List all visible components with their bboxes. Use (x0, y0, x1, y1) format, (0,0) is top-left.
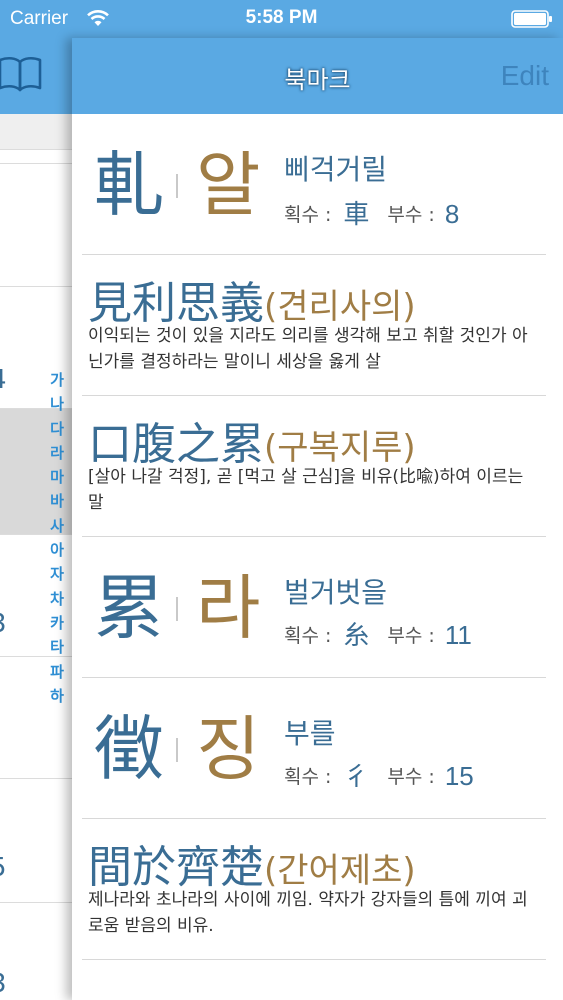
divider (176, 738, 178, 762)
index-item[interactable]: 카 (46, 611, 68, 635)
navigation-bar: 북마크 Edit (72, 38, 563, 114)
idiom-hanja: 口腹之累 (88, 419, 264, 470)
char-hangul: 징 (196, 708, 261, 790)
list-item[interactable]: 3 (0, 903, 72, 1000)
index-item[interactable]: 아 (46, 538, 68, 562)
index-item[interactable]: 가 (46, 368, 68, 392)
edit-button[interactable]: Edit (501, 60, 549, 92)
bookmark-char-row[interactable]: 軋 알 삐걱거릴 획수 : 車 부수 : 8 (72, 114, 563, 255)
char-meaning: 벌거벗을 (284, 576, 388, 609)
index-item[interactable]: 하 (46, 684, 68, 708)
idiom-title: 間於齊楚(간어제초) (88, 831, 416, 895)
idiom-reading: (구복지루) (264, 428, 416, 468)
divider (176, 174, 178, 198)
radical-value: 糸 (343, 621, 370, 651)
list-item[interactable]: 5 (0, 779, 72, 903)
index-item[interactable]: 라 (46, 441, 68, 465)
char-meaning: 부를 (284, 717, 336, 750)
idiom-reading: (견리사의) (264, 287, 416, 327)
idiom-hanja: 間於齊楚 (88, 842, 264, 893)
status-bar: Carrier 5:58 PM (0, 0, 563, 38)
char-hangul: 라 (196, 567, 261, 649)
idiom-description: 이익되는 것이 있을 지라도 의리를 생각해 보고 취할 것인가 아닌가를 결정… (88, 326, 528, 372)
strokes-value: 11 (444, 620, 472, 650)
list-item-char: 3 (0, 969, 7, 999)
page-title: 북마크 (284, 66, 351, 94)
underlying-list-panel: 4 3 5 3 가 나 다 라 마 바 사 아 자 차 카 타 파 하 (0, 38, 72, 1000)
radical-value: 彳 (343, 762, 370, 792)
idiom-description: 제나라와 초나라의 사이에 끼임. 약자가 강자들의 틈에 끼여 괴로움 받음의… (88, 890, 528, 936)
bookmark-panel: 북마크 Edit 軋 알 삐걱거릴 획수 : 車 부수 : 8 見利思義(견리사의) … (72, 38, 563, 1000)
list-item[interactable] (0, 164, 72, 287)
bookmark-idiom-row[interactable]: 口腹之累(구복지루) [살아 나갈 걱정], 곧 [먹고 살 근심]을 비유(比… (72, 396, 563, 537)
index-item[interactable]: 파 (46, 660, 68, 684)
strokes-label: 획수 : (284, 625, 332, 647)
radical-label: 부수 : (387, 204, 435, 226)
divider (176, 597, 178, 621)
bookmark-char-row[interactable]: 徵 징 부를 획수 : 彳 부수 : 15 (72, 678, 563, 819)
char-hanja: 累 (94, 567, 164, 649)
clock: 5:58 PM (245, 7, 318, 28)
index-item[interactable]: 사 (46, 514, 68, 538)
index-item[interactable]: 나 (46, 392, 68, 416)
battery-icon (511, 10, 552, 28)
left-divider (0, 150, 72, 164)
section-index[interactable]: 가 나 다 라 마 바 사 아 자 차 카 타 파 하 (46, 368, 68, 708)
idiom-title: 口腹之累(구복지루) (88, 408, 416, 472)
list-item-char: 4 (0, 365, 7, 395)
book-icon[interactable] (0, 54, 44, 94)
radical-label: 부수 : (387, 625, 435, 647)
list-item-char: 3 (0, 609, 7, 639)
list-item-char: 5 (0, 853, 7, 883)
strokes-value: 8 (444, 199, 460, 229)
radical-value: 車 (343, 200, 370, 230)
bookmark-list: 軋 알 삐걱거릴 획수 : 車 부수 : 8 見利思義(견리사의) 이익되는 것이 있… (72, 114, 563, 960)
bookmark-idiom-row[interactable]: 間於齊楚(간어제초) 제나라와 초나라의 사이에 끼임. 약자가 강자들의 틈에… (72, 819, 563, 960)
idiom-reading: (간어제초) (264, 851, 416, 891)
idiom-hanja: 見利思義 (88, 278, 264, 329)
char-hanja: 軋 (94, 144, 164, 226)
char-meta: 획수 : 車 부수 : 8 (284, 194, 459, 231)
char-meaning: 삐걱거릴 (284, 153, 388, 186)
strokes-label: 획수 : (284, 766, 332, 788)
index-item[interactable]: 바 (46, 489, 68, 513)
strokes-value: 15 (444, 761, 474, 791)
left-search-row[interactable] (0, 114, 72, 150)
bookmark-char-row[interactable]: 累 라 벌거벗을 획수 : 糸 부수 : 11 (72, 537, 563, 678)
index-item[interactable]: 자 (46, 562, 68, 586)
radical-label: 부수 : (387, 766, 435, 788)
bookmark-idiom-row[interactable]: 見利思義(견리사의) 이익되는 것이 있을 지라도 의리를 생각해 보고 취할 … (72, 255, 563, 396)
index-item[interactable]: 마 (46, 465, 68, 489)
char-meta: 획수 : 彳 부수 : 15 (284, 756, 474, 793)
strokes-label: 획수 : (284, 204, 332, 226)
char-hangul: 알 (196, 144, 261, 226)
idiom-description: [살아 나갈 걱정], 곧 [먹고 살 근심]을 비유(比喩)하여 이르는 말 (88, 467, 524, 513)
char-hanja: 徵 (94, 708, 164, 790)
idiom-title: 見利思義(견리사의) (88, 267, 416, 331)
left-navbar (0, 38, 72, 114)
index-item[interactable]: 다 (46, 417, 68, 441)
char-meta: 획수 : 糸 부수 : 11 (284, 615, 472, 652)
index-item[interactable]: 타 (46, 635, 68, 659)
index-item[interactable]: 차 (46, 587, 68, 611)
